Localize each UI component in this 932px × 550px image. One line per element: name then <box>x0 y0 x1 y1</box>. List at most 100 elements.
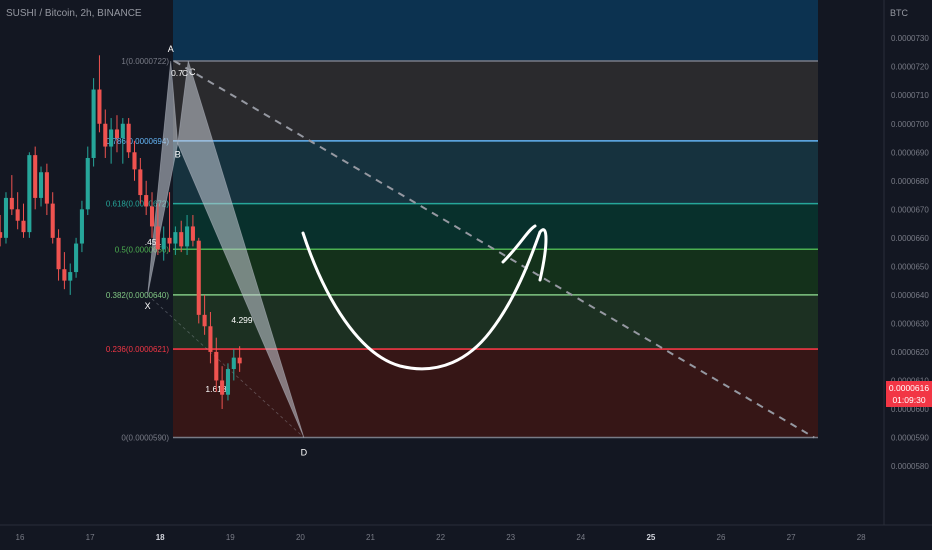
price-tick-label: 0.0000640 <box>891 291 929 300</box>
pattern-point-D: D <box>301 448 308 458</box>
candle <box>62 252 67 290</box>
fib-zone-0.786 <box>173 61 818 141</box>
axis-currency-label: BTC <box>890 8 908 18</box>
candle-body <box>56 237 61 270</box>
candle <box>3 192 9 244</box>
candle-body <box>196 240 201 315</box>
price-tick-label: 0.0000720 <box>891 63 929 72</box>
fib-label-0: 0(0.0000590) <box>121 434 169 443</box>
candle-body <box>50 203 55 238</box>
candle-body <box>21 220 26 233</box>
candle-body <box>202 314 207 327</box>
candle-body <box>225 369 231 395</box>
price-axis[interactable]: 0.0000730 0.0000720 0.0000710 0.0000700 0.00… <box>883 0 929 525</box>
candle-body <box>103 123 108 147</box>
candle-body <box>62 269 67 281</box>
time-tick-label: 27 <box>787 533 796 542</box>
candle-body <box>97 89 102 124</box>
candle <box>15 192 20 230</box>
fibonacci-level-labels: 1(0.0000722)0.786(0.0000694)0.618(0.0000… <box>106 57 170 443</box>
time-tick-label: 24 <box>576 533 585 542</box>
fib-zone-0.618 <box>173 140 818 204</box>
candle <box>9 175 14 216</box>
time-tick-label: 25 <box>646 533 655 542</box>
time-tick-label: 17 <box>86 533 95 542</box>
price-tick-label: 0.0000700 <box>891 120 929 129</box>
candle <box>144 180 149 216</box>
price-tick-label: 0.0000630 <box>891 319 929 328</box>
candle-body <box>33 155 38 198</box>
time-tick-label: 19 <box>226 533 235 542</box>
price-tick-label: 0.0000730 <box>891 34 929 43</box>
fibonacci-retracement <box>173 0 818 439</box>
candle-body <box>79 209 84 244</box>
price-tick-label: 0.0000580 <box>891 462 929 471</box>
candle-body <box>214 351 219 381</box>
last-price-tag: 0.0000616 01:09:30 <box>886 381 932 407</box>
price-tick-label: 0.0000590 <box>891 434 929 443</box>
price-tick-label: 0.0000670 <box>891 205 929 214</box>
candle <box>85 146 90 216</box>
candle <box>79 200 84 253</box>
candle-body <box>155 226 160 250</box>
candle-body <box>144 195 149 207</box>
price-tick-label: 0.0000710 <box>891 91 929 100</box>
candle-body <box>190 226 195 241</box>
bar-countdown: 01:09:30 <box>892 395 926 405</box>
fib-label-0.382: 0.382(0.0000640) <box>106 291 170 300</box>
candle <box>161 226 166 261</box>
fib-zone-0 <box>173 349 818 438</box>
candle <box>74 237 79 278</box>
candle <box>68 263 73 295</box>
candle <box>114 115 120 153</box>
candle <box>138 157 143 204</box>
candle-body <box>208 326 213 352</box>
candle-body <box>132 152 137 170</box>
candle-body <box>138 169 143 196</box>
time-axis[interactable]: 16 17 18 19 20 21 22 23 24 25 26 27 28 <box>0 524 932 542</box>
candle-body <box>27 155 32 233</box>
fib-zone-0.382 <box>173 249 818 295</box>
candle-body <box>167 237 172 244</box>
fib-label-0.236: 0.236(0.0000621) <box>106 345 170 354</box>
price-chart[interactable]: 1(0.0000722)0.786(0.0000694)0.618(0.0000… <box>0 0 932 550</box>
candle-body <box>149 206 155 227</box>
pattern-point-X: X <box>145 301 151 311</box>
candle <box>91 78 96 167</box>
time-tick-label: 28 <box>857 533 866 542</box>
candle-body <box>220 380 225 395</box>
candle-body <box>161 237 166 250</box>
candle <box>109 118 114 164</box>
fib-zone-top <box>173 0 818 61</box>
candle-body <box>114 129 120 139</box>
candle-body <box>9 197 14 210</box>
candle-body <box>185 226 190 247</box>
candle <box>27 152 32 238</box>
candle <box>103 109 108 158</box>
pattern-ratio-label: 4.299 <box>231 315 253 325</box>
time-tick-label: 20 <box>296 533 305 542</box>
candle <box>33 146 38 210</box>
candle-body <box>120 123 125 139</box>
price-tick-label: 0.0000680 <box>891 177 929 186</box>
candle <box>126 118 131 158</box>
time-tick-label: 18 <box>156 533 165 542</box>
symbol-title[interactable]: SUSHI / Bitcoin, 2h, BINANCE <box>6 8 142 19</box>
candle <box>56 229 61 281</box>
candle-body <box>173 232 178 244</box>
candle <box>21 203 26 238</box>
candle-body <box>91 89 96 158</box>
candle-body <box>44 172 49 204</box>
price-tick-label: 0.0000650 <box>891 262 929 271</box>
candle <box>44 163 49 216</box>
candle-body <box>126 123 131 153</box>
fib-label-0.786: 0.786(0.0000694) <box>106 137 170 146</box>
pattern-point-B: B <box>175 150 181 160</box>
candle-body <box>85 157 90 210</box>
time-tick-label: 26 <box>717 533 726 542</box>
candle <box>50 192 55 244</box>
candle <box>132 140 137 181</box>
fib-label-1: 1(0.0000722) <box>121 57 169 66</box>
price-tick-label: 0.0000660 <box>891 234 929 243</box>
candle <box>0 215 3 247</box>
